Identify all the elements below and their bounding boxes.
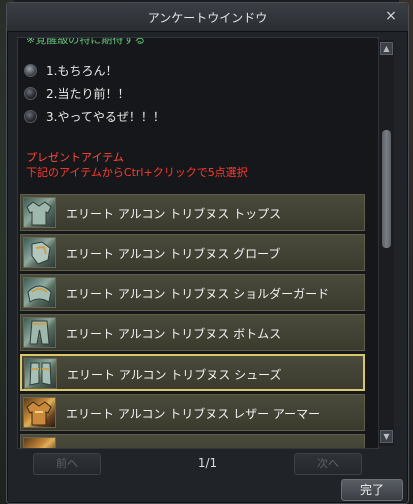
radio-icon[interactable] xyxy=(24,63,37,77)
item-icon xyxy=(23,437,56,448)
next-page-button[interactable]: 次へ xyxy=(294,453,362,475)
survey-content: ※覚醒級の特に期待する 1.もちろん！ 2.当たり前！！ 3.やってやるぜ！！！… xyxy=(17,37,379,449)
pants-icon xyxy=(23,317,56,348)
option-3[interactable]: 3.やってやるぜ！！！ xyxy=(24,107,165,125)
radio-icon[interactable] xyxy=(24,86,37,100)
option-label: 2.当たり前！！ xyxy=(46,86,130,101)
window-title: アンケートウインドウ xyxy=(147,11,268,25)
item-name: エリート アルコン トリブヌス ボトムス xyxy=(66,327,282,341)
close-icon[interactable]: × xyxy=(383,8,399,24)
gloves-icon xyxy=(23,237,56,268)
item-row-partial[interactable] xyxy=(20,434,365,448)
item-row-bottoms[interactable]: エリート アルコン トリブヌス ボトムス xyxy=(20,314,365,351)
leather-armor-icon xyxy=(23,397,56,428)
shoes-icon xyxy=(24,358,57,389)
question-heading: ※覚醒級の特に期待する xyxy=(26,37,146,46)
pager: 前へ 1/1 次へ xyxy=(7,453,408,475)
armor-top-icon xyxy=(23,197,56,228)
item-row-tops[interactable]: エリート アルコン トリブヌス トップス xyxy=(20,194,365,231)
item-name: エリート アルコン トリブヌス レザー アーマー xyxy=(66,407,321,421)
option-label: 1.もちろん！ xyxy=(46,63,118,78)
item-row-gloves[interactable]: エリート アルコン トリブヌス グローブ xyxy=(20,234,365,271)
radio-icon[interactable] xyxy=(24,109,37,123)
item-row-shoulder[interactable]: エリート アルコン トリブヌス ショルダーガード xyxy=(20,274,365,311)
window-titlebar[interactable]: アンケートウインドウ × xyxy=(7,3,408,32)
item-name: エリート アルコン トリブヌス シューズ xyxy=(67,368,282,382)
item-name: エリート アルコン トリブヌス グローブ xyxy=(66,247,281,261)
item-name: エリート アルコン トリブヌス ショルダーガード xyxy=(66,287,330,301)
item-row-shoes[interactable]: エリート アルコン トリブヌス シューズ xyxy=(20,354,365,391)
scroll-down-icon[interactable]: ▼ xyxy=(380,430,393,443)
scroll-thumb[interactable] xyxy=(382,130,391,248)
shoulder-guard-icon xyxy=(23,277,56,308)
content-scrollbar[interactable]: ▲ ▼ xyxy=(378,40,394,446)
option-1[interactable]: 1.もちろん！ xyxy=(24,61,117,79)
option-label: 3.やってやるぜ！！！ xyxy=(46,109,165,124)
scroll-up-icon[interactable]: ▲ xyxy=(380,42,393,55)
item-name: エリート アルコン トリブヌス トップス xyxy=(66,207,282,221)
survey-window: アンケートウインドウ × ※覚醒級の特に期待する 1.もちろん！ 2.当たり前！… xyxy=(6,2,409,504)
present-title: プレゼントアイテム xyxy=(26,151,124,164)
done-button[interactable]: 完了 xyxy=(341,479,403,501)
option-2[interactable]: 2.当たり前！！ xyxy=(24,84,129,102)
item-row-leather-armor[interactable]: エリート アルコン トリブヌス レザー アーマー xyxy=(20,394,365,431)
present-description: 下記のアイテムからCtrl+クリックで5点選択 xyxy=(26,166,248,179)
